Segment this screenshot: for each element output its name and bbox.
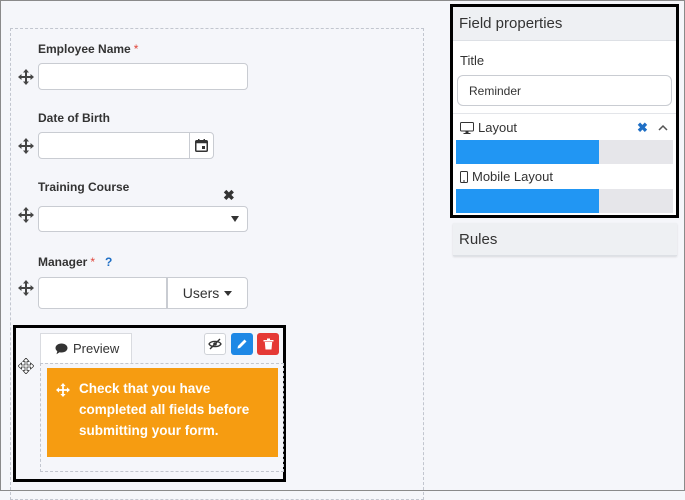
form-builder: Employee Name * Date of Birth Training Co… (0, 0, 685, 500)
hide-toggle-button[interactable] (204, 333, 226, 355)
preview-label: Preview (73, 341, 120, 356)
training-course-label: Training Course (38, 180, 130, 194)
move-cursor-icon[interactable] (18, 358, 34, 374)
preview-tab[interactable]: Preview (40, 333, 132, 363)
chevron-down-icon (231, 216, 239, 222)
manager-input[interactable] (38, 277, 167, 309)
manager-label-text: Manager (38, 255, 88, 269)
caret-down-icon (224, 290, 233, 296)
users-picker-label: Users (182, 285, 220, 301)
training-course-select[interactable] (38, 206, 248, 232)
move-icon[interactable] (56, 383, 70, 397)
delete-button[interactable] (257, 333, 279, 355)
notice-text: Check that you have completed all fields… (79, 381, 250, 438)
help-icon[interactable]: ? (105, 255, 112, 269)
employee-name-label-text: Employee Name (38, 42, 131, 56)
calendar-icon[interactable] (189, 133, 213, 158)
date-of-birth-input[interactable] (38, 132, 214, 159)
date-of-birth-label: Date of Birth (38, 111, 110, 125)
employee-name-input[interactable] (38, 63, 248, 90)
employee-name-label: Employee Name * (38, 42, 138, 56)
trash-icon (263, 338, 273, 350)
move-icon[interactable] (18, 207, 34, 223)
clear-selection-icon[interactable]: ✖ (223, 187, 235, 204)
eye-slash-icon (208, 338, 222, 350)
pencil-icon (237, 339, 247, 349)
move-icon[interactable] (18, 69, 34, 85)
rules-heading[interactable]: Rules (453, 223, 677, 256)
notice-box[interactable]: Check that you have completed all fields… (47, 368, 278, 457)
users-picker-button[interactable]: Users (167, 277, 248, 309)
edit-button[interactable] (231, 333, 253, 355)
required-indicator: * (90, 255, 96, 269)
required-indicator: * (133, 42, 139, 56)
comment-icon (55, 343, 68, 354)
properties-highlight (450, 4, 679, 218)
move-icon[interactable] (18, 280, 34, 296)
move-icon[interactable] (18, 138, 34, 154)
manager-label: Manager *? (38, 255, 112, 269)
